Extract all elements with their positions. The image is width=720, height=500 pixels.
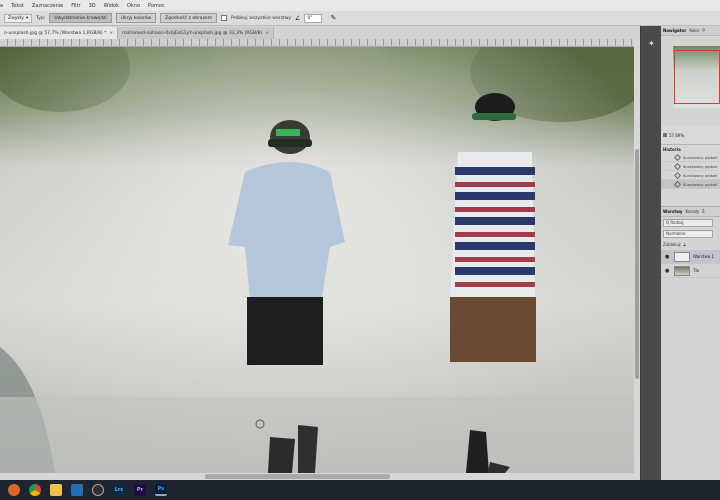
obs-icon[interactable] xyxy=(92,484,104,496)
layers-panel: Warstwy Kanały Ś Q Rodzaj Normalne Zablo… xyxy=(661,206,720,480)
navigator-view-frame[interactable] xyxy=(674,50,720,104)
angle-icon: ∠ xyxy=(295,14,301,22)
brush-mode-value: Zwykły xyxy=(8,15,24,21)
tab-color[interactable]: Kolor xyxy=(689,28,699,33)
sample-all-layers-checkbox[interactable] xyxy=(221,15,228,21)
tab-document-1[interactable]: o-unsplash.jpg @ 57,7% (Warstwa 1,RGB/8)… xyxy=(0,27,119,39)
history-item-label: Kursówany pędzel xyxy=(683,154,718,160)
brush-icon xyxy=(673,162,682,170)
tab-navigator[interactable]: Nawigator xyxy=(663,28,686,33)
tab-label: mohamed-nohassi-0vbjEsG1yY-unsplash.jpg … xyxy=(122,30,263,36)
eye-icon[interactable]: ● xyxy=(665,254,671,260)
document-canvas[interactable] xyxy=(0,47,634,473)
menu-item-image[interactable]: a xyxy=(0,3,3,9)
brush-icon xyxy=(673,171,682,179)
lock-icon[interactable]: 🔒︎ xyxy=(683,242,685,247)
layers-tabs: Warstwy Kanały Ś xyxy=(661,207,720,217)
menu-item-select[interactable]: Zaznaczenie xyxy=(32,3,63,9)
layer-name: Tło xyxy=(693,268,700,273)
history-item-label: Kursówany pędzel xyxy=(683,163,718,169)
lightroom-icon[interactable]: Lrc xyxy=(113,484,125,496)
layer-name: Warstwa 1 xyxy=(693,254,714,259)
tab-channels[interactable]: Kanały xyxy=(686,209,700,214)
lock-label: Zablokuj: xyxy=(663,242,682,247)
menu-item-help[interactable]: Pomoc xyxy=(148,3,165,9)
history-title: Historia xyxy=(663,146,681,152)
layer-row[interactable]: ● Warstwa 1 xyxy=(661,250,720,264)
type-label: Typ: xyxy=(36,15,46,21)
layer-thumbnail xyxy=(674,251,690,262)
tab-layers[interactable]: Warstwy xyxy=(663,209,683,214)
edge-enhance-button[interactable]: Uwydatnienie krawędzi xyxy=(49,13,112,23)
history-item[interactable]: Kursówany pędzel xyxy=(661,171,720,180)
history-item-label: Kursówany pędzel xyxy=(683,172,718,178)
match-image-button[interactable]: Zgodność z obrazem xyxy=(160,13,218,23)
close-icon[interactable]: × xyxy=(265,31,269,36)
tab-paths[interactable]: Ś xyxy=(702,209,705,214)
history-item-label: Kursówany pędzel xyxy=(683,181,718,187)
scroll-thumb[interactable] xyxy=(205,474,390,479)
close-icon[interactable]: × xyxy=(109,31,113,36)
navigator-tabs: Nawigator Kolor P xyxy=(661,26,720,36)
tab-label: o-unsplash.jpg @ 57,7% (Warstwa 1,RGB/8)… xyxy=(4,30,107,36)
menu-item-view[interactable]: Widok xyxy=(104,3,119,9)
tab-document-2[interactable]: mohamed-nohassi-0vbjEsG1yY-unsplash.jpg … xyxy=(118,27,274,39)
tab-more[interactable]: P xyxy=(702,28,704,33)
history-item[interactable]: Kursówany pędzel xyxy=(661,153,720,162)
history-item[interactable]: Kursówany pędzel xyxy=(661,180,720,189)
menu-item-3d[interactable]: 3D xyxy=(89,3,96,9)
taskbar: Lrc Pr Ps xyxy=(0,480,720,500)
right-panels: Nawigator Kolor P 57,69% Historia Kursów… xyxy=(661,26,720,480)
hide-colors-button[interactable]: Ukryj kolorów xyxy=(115,13,157,23)
menu-item-text[interactable]: Tekst xyxy=(11,3,24,9)
horizontal-ruler xyxy=(0,39,634,47)
layer-thumbnail xyxy=(674,265,690,276)
navigator-panel xyxy=(661,36,720,126)
brush-icon xyxy=(673,180,682,188)
navigator-zoom: 57,69% xyxy=(663,130,720,140)
panel-toolstrip: ✦ xyxy=(640,26,661,480)
document-tab-bar: o-unsplash.jpg @ 57,7% (Warstwa 1,RGB/8)… xyxy=(0,26,640,39)
photoshop-icon[interactable]: Ps xyxy=(155,484,167,496)
chrome-icon[interactable] xyxy=(29,484,41,496)
brush-tool-icon[interactable]: ✦ xyxy=(646,38,657,49)
layer-row[interactable]: ● Tło xyxy=(661,264,720,278)
premiere-icon[interactable]: Pr xyxy=(134,484,146,496)
chevron-down-icon: ▾ xyxy=(25,15,29,21)
layer-filter-select[interactable]: Q Rodzaj xyxy=(663,218,713,227)
photos-icon[interactable] xyxy=(71,484,83,496)
menu-item-window[interactable]: Okno xyxy=(127,3,140,9)
menu-bar: a Tekst Zaznaczenie Filtr 3D Widok Okno … xyxy=(0,0,720,11)
brush-mode-select[interactable]: Zwykły ▾ xyxy=(4,13,33,23)
firefox-icon[interactable] xyxy=(8,484,20,496)
history-panel: Historia Kursówany pędzel Kursówany pędz… xyxy=(661,144,720,214)
explorer-icon[interactable] xyxy=(50,484,62,496)
zoom-out-icon[interactable] xyxy=(663,133,667,137)
scroll-thumb[interactable] xyxy=(635,149,639,379)
blend-mode-select[interactable]: Normalne xyxy=(663,229,713,238)
sample-all-layers-label: Próbkuj wszystkie warstwy xyxy=(231,15,292,21)
eye-icon[interactable]: ● xyxy=(665,268,671,274)
history-item[interactable]: Kursówany pędzel xyxy=(661,162,720,171)
pressure-icon[interactable]: ✎ xyxy=(330,14,336,22)
options-bar: Zwykły ▾ Typ: Uwydatnienie krawędzi Ukry… xyxy=(0,11,720,26)
angle-input[interactable]: 0° xyxy=(304,13,323,23)
zoom-value[interactable]: 57,69% xyxy=(669,133,684,138)
horizontal-scrollbar[interactable] xyxy=(0,473,640,480)
brush-icon xyxy=(673,153,682,161)
menu-item-filter[interactable]: Filtr xyxy=(71,3,80,9)
photo-image xyxy=(0,47,634,473)
